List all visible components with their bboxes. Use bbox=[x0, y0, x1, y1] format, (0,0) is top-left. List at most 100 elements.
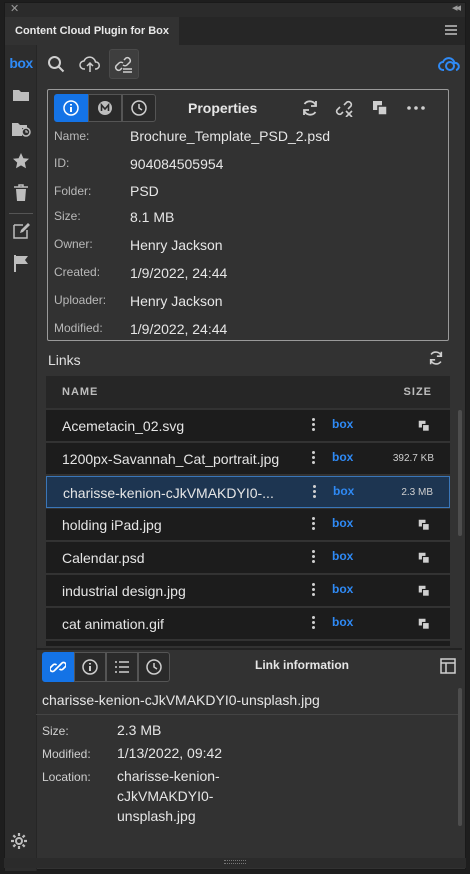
file-size: 2.3 MB bbox=[401, 487, 433, 498]
created-value: 1/9/2022, 24:44 bbox=[130, 265, 228, 281]
refresh-icon[interactable] bbox=[300, 98, 320, 118]
copy-icon[interactable] bbox=[418, 617, 430, 635]
folder-icon[interactable] bbox=[11, 85, 31, 105]
name-column-header[interactable]: NAME bbox=[62, 386, 98, 398]
close-icon[interactable]: ✕ bbox=[10, 2, 19, 15]
location-line: charisse-kenion- bbox=[117, 768, 220, 784]
panel-menu-icon[interactable] bbox=[445, 25, 457, 37]
edit-icon[interactable] bbox=[11, 221, 31, 241]
left-rail: box bbox=[5, 45, 37, 871]
box-logo[interactable]: box bbox=[332, 417, 353, 431]
history-tab[interactable] bbox=[138, 652, 170, 682]
trash-icon[interactable] bbox=[11, 183, 31, 203]
kebab-menu-icon[interactable] bbox=[312, 550, 316, 565]
modified-value: 1/13/2022, 09:42 bbox=[117, 745, 223, 761]
box-logo[interactable]: box bbox=[332, 582, 353, 596]
location-line: unsplash.jpg bbox=[117, 808, 196, 824]
cloud-upload-icon[interactable] bbox=[75, 49, 105, 79]
window-top-strip: ✕ ◂◂ bbox=[5, 1, 465, 17]
flag-icon[interactable] bbox=[11, 253, 31, 273]
panel-layout-icon[interactable] bbox=[440, 658, 456, 679]
separator bbox=[36, 714, 462, 715]
box-logo[interactable]: box bbox=[332, 450, 353, 464]
linked-file-name: charisse-kenion-cJkVMAKDYI0-unsplash.jpg bbox=[42, 692, 320, 708]
field-label: Created: bbox=[54, 265, 101, 279]
size-value: 2.3 MB bbox=[117, 722, 162, 738]
link-info-scrollbar[interactable] bbox=[458, 688, 462, 826]
field-label: Name: bbox=[54, 129, 90, 143]
size-value: 8.1 MB bbox=[130, 209, 175, 225]
more-icon[interactable] bbox=[406, 98, 426, 118]
copy-icon[interactable] bbox=[418, 518, 430, 536]
toolbar bbox=[37, 45, 467, 83]
links-refresh-icon[interactable] bbox=[428, 350, 444, 371]
box-logo[interactable]: box bbox=[332, 516, 353, 530]
copy-icon[interactable] bbox=[370, 98, 390, 118]
copy-icon[interactable] bbox=[418, 419, 430, 437]
search-icon[interactable] bbox=[41, 49, 71, 79]
kebab-menu-icon[interactable] bbox=[312, 451, 316, 466]
file-name: industrial design.jpg bbox=[62, 583, 186, 599]
modified-value: 1/9/2022, 24:44 bbox=[130, 321, 228, 337]
table-row[interactable]: industrial design.jpg box bbox=[46, 575, 450, 607]
box-logo[interactable]: box bbox=[333, 484, 354, 498]
metadata-tab[interactable] bbox=[88, 94, 122, 122]
owner-value: Henry Jackson bbox=[130, 237, 223, 253]
file-id-value: 904084505954 bbox=[130, 156, 224, 172]
copy-icon[interactable] bbox=[418, 551, 430, 569]
links-table-header: NAME SIZE bbox=[46, 376, 450, 408]
info-tab[interactable] bbox=[74, 652, 106, 682]
link-tab[interactable] bbox=[42, 652, 74, 682]
kebab-menu-icon[interactable] bbox=[312, 583, 316, 598]
history-tab[interactable] bbox=[122, 94, 156, 122]
link-information-title: Link information bbox=[255, 658, 349, 672]
kebab-menu-icon[interactable] bbox=[312, 517, 316, 532]
kebab-menu-icon[interactable] bbox=[312, 616, 316, 631]
sync-cloud-icon[interactable] bbox=[435, 49, 465, 79]
unlink-icon[interactable] bbox=[335, 98, 355, 118]
kebab-menu-icon[interactable] bbox=[313, 485, 317, 500]
table-row[interactable]: Calendar.psd box bbox=[46, 542, 450, 574]
field-label: ID: bbox=[54, 156, 70, 170]
field-label: Modified: bbox=[54, 321, 103, 335]
box-logo[interactable]: box bbox=[332, 549, 353, 563]
file-name: holding iPad.jpg bbox=[62, 517, 162, 533]
table-row[interactable]: cat animation.gif box bbox=[46, 608, 450, 640]
star-icon[interactable] bbox=[11, 151, 31, 171]
resize-bar[interactable] bbox=[4, 858, 466, 868]
size-column-header[interactable]: SIZE bbox=[404, 386, 432, 398]
table-row[interactable]: 1200px-Savannah_Cat_portrait.jpg box 392… bbox=[46, 443, 450, 475]
modified-label: Modified: bbox=[42, 747, 91, 761]
panel-tab-bar: Content Cloud Plugin for Box bbox=[5, 17, 465, 45]
file-name: Calendar.psd bbox=[62, 550, 145, 566]
linked-files-button[interactable] bbox=[109, 49, 139, 79]
file-name-value: Brochure_Template_PSD_2.psd bbox=[130, 128, 331, 144]
resize-grip-icon[interactable] bbox=[224, 860, 246, 864]
box-logo[interactable]: box bbox=[9, 53, 33, 73]
info-tab[interactable] bbox=[54, 94, 88, 122]
list-tab[interactable] bbox=[106, 652, 138, 682]
table-row[interactable] bbox=[46, 641, 450, 646]
copy-icon[interactable] bbox=[418, 584, 430, 602]
links-scrollbar[interactable] bbox=[458, 410, 462, 536]
file-size: 392.7 KB bbox=[392, 453, 434, 464]
settings-gear-icon[interactable] bbox=[10, 832, 28, 855]
kebab-menu-icon[interactable] bbox=[312, 418, 316, 433]
collapse-icon[interactable]: ◂◂ bbox=[452, 1, 461, 14]
size-label: Size: bbox=[42, 724, 69, 738]
table-row[interactable]: Acemetacin_02.svg box bbox=[46, 410, 450, 442]
panel-tab-title[interactable]: Content Cloud Plugin for Box bbox=[5, 17, 179, 45]
box-logo[interactable]: box bbox=[332, 615, 353, 629]
field-label: Uploader: bbox=[54, 293, 107, 307]
properties-panel: Properties Name: Brochure_Template_PSD_2… bbox=[47, 89, 449, 341]
properties-title: Properties bbox=[188, 100, 258, 116]
field-label: Size: bbox=[54, 209, 81, 223]
location-label: Location: bbox=[42, 770, 91, 784]
link-information-panel: Link information charisse-kenion-cJkVMAK… bbox=[36, 650, 462, 840]
table-row-selected[interactable]: charisse-kenion-cJkVMAKDYI0-... box 2.3 … bbox=[46, 476, 450, 508]
table-row[interactable]: holding iPad.jpg box bbox=[46, 509, 450, 541]
uploader-value: Henry Jackson bbox=[130, 293, 223, 309]
recent-folder-icon[interactable] bbox=[11, 119, 31, 139]
links-heading: Links bbox=[48, 352, 81, 368]
file-name: Acemetacin_02.svg bbox=[62, 418, 185, 434]
